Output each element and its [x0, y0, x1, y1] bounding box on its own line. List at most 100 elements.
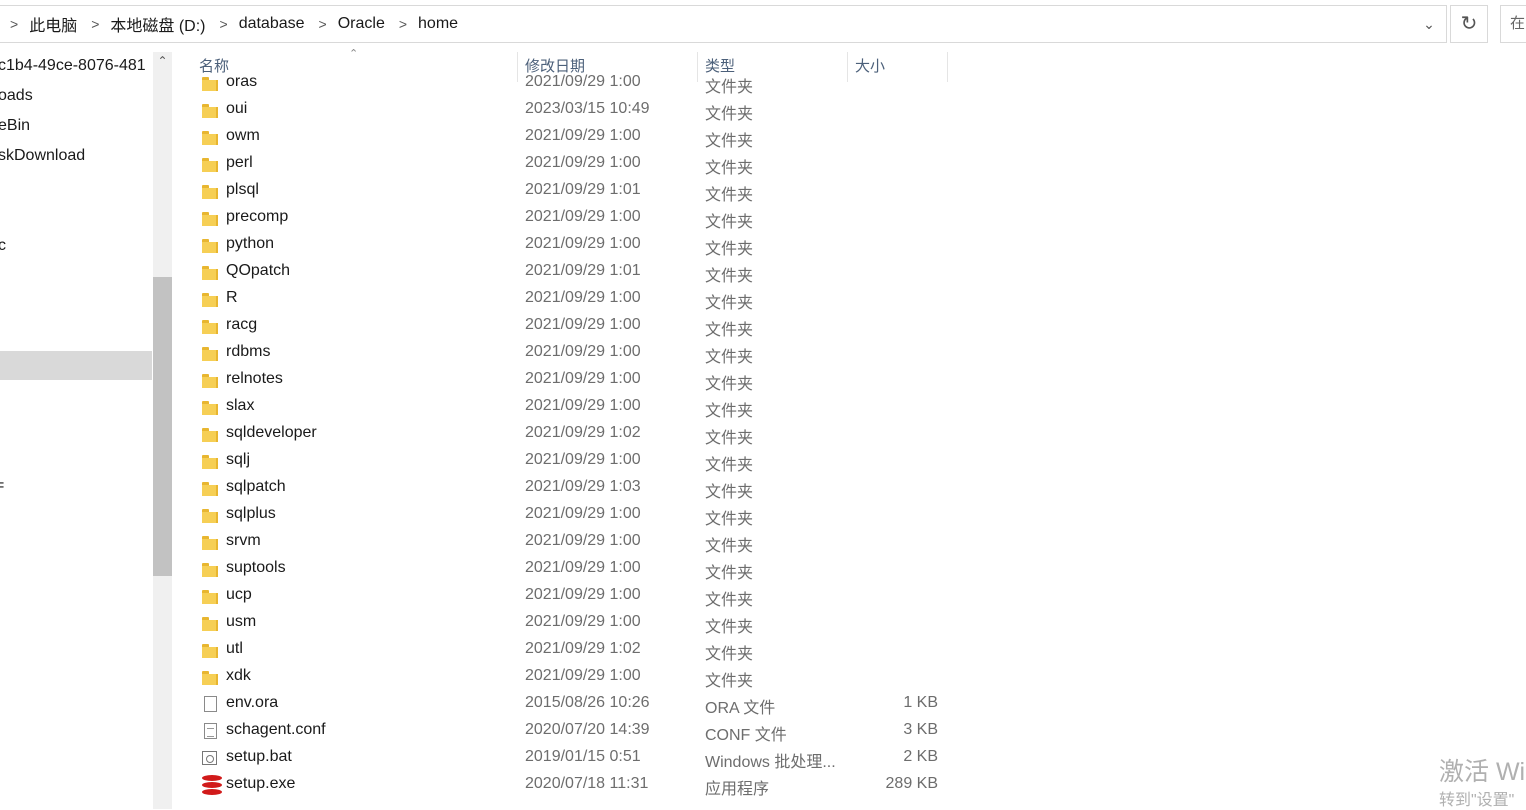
file-row[interactable]: xdk 2021/09/29 1:00 文件夹 [195, 664, 955, 691]
file-modified-date: 2021/09/29 1:00 [525, 532, 641, 549]
file-row[interactable]: racg 2021/09/29 1:00 文件夹 [195, 313, 955, 340]
file-row[interactable]: suptools 2021/09/29 1:00 文件夹 [195, 556, 955, 583]
file-name: usm [226, 613, 257, 630]
file-type: ORA 文件 [705, 700, 776, 717]
refresh-button[interactable]: ↻ [1450, 5, 1488, 43]
file-name: rdbms [226, 343, 271, 360]
file-row[interactable]: oui 2023/03/15 10:49 文件夹 [195, 97, 955, 124]
file-name: sqldeveloper [226, 424, 317, 441]
file-row[interactable]: relnotes 2021/09/29 1:00 文件夹 [195, 367, 955, 394]
breadcrumb: > 此电脑 > 本地磁盘 (D:) > database > Oracle > … [6, 6, 458, 42]
breadcrumb-this-pc[interactable]: 此电脑 [29, 12, 77, 36]
file-row[interactable]: utl 2021/09/29 1:02 文件夹 [195, 637, 955, 664]
file-modified-date: 2021/09/29 1:00 [525, 451, 641, 468]
file-modified-date: 2021/09/29 1:00 [525, 73, 641, 90]
folder-icon [202, 264, 219, 281]
file-row[interactable]: rdbms 2021/09/29 1:00 文件夹 [195, 340, 955, 367]
file-name: setup.bat [226, 748, 292, 765]
file-name: slax [226, 397, 255, 414]
file-modified-date: 2021/09/29 1:02 [525, 640, 641, 657]
folder-icon [202, 102, 219, 119]
nav-item[interactable]: oads [0, 87, 33, 105]
file-type: 文件夹 [705, 457, 754, 474]
file-modified-date: 2021/09/29 1:00 [525, 343, 641, 360]
file-row[interactable]: schagent.conf 2020/07/20 14:39 CONF 文件 3 KB [195, 718, 955, 745]
folder-icon [202, 615, 219, 632]
file-row[interactable]: sqldeveloper 2021/09/29 1:02 文件夹 [195, 421, 955, 448]
file-row[interactable]: setup.bat 2019/01/15 0:51 Windows 批处理... 2 … [195, 745, 955, 772]
file-row[interactable]: plsql 2021/09/29 1:01 文件夹 [195, 178, 955, 205]
file-row[interactable]: oras 2021/09/29 1:00 文件夹 [195, 72, 955, 97]
breadcrumb-local-disk[interactable]: 本地磁盘 (D:) [110, 12, 205, 36]
file-row[interactable]: setup.exe 2020/07/18 11:31 应用程序 289 KB [195, 772, 955, 799]
file-row[interactable]: precomp 2021/09/29 1:00 文件夹 [195, 205, 955, 232]
file-row[interactable]: R 2021/09/29 1:00 文件夹 [195, 286, 955, 313]
activation-watermark-hint: 转到"设置" [1439, 792, 1515, 809]
file-type: Windows 批处理... [705, 754, 836, 771]
file-row[interactable]: python 2021/09/29 1:00 文件夹 [195, 232, 955, 259]
file-modified-date: 2020/07/20 14:39 [525, 721, 650, 738]
nav-item[interactable]: skDownload [0, 147, 85, 165]
chevron-right-icon[interactable]: > [319, 16, 327, 32]
file-type: 文件夹 [705, 322, 754, 339]
folder-icon [202, 372, 219, 389]
file-name: perl [226, 154, 253, 171]
file-name: relnotes [226, 370, 283, 387]
chevron-right-icon[interactable]: > [220, 16, 228, 32]
chevron-down-icon[interactable]: ⌄ [1420, 15, 1438, 33]
file-row[interactable]: perl 2021/09/29 1:00 文件夹 [195, 151, 955, 178]
nav-item[interactable]: c1b4-49ce-8076-481 [0, 57, 146, 75]
file-type: 文件夹 [705, 538, 754, 555]
file-row[interactable]: slax 2021/09/29 1:00 文件夹 [195, 394, 955, 421]
file-type: 文件夹 [705, 511, 754, 528]
file-modified-date: 2021/09/29 1:00 [525, 289, 641, 306]
chevron-right-icon[interactable]: > [399, 16, 407, 32]
folder-icon [202, 210, 219, 227]
file-type: 文件夹 [705, 592, 754, 609]
file-row[interactable]: owm 2021/09/29 1:00 文件夹 [195, 124, 955, 151]
file-modified-date: 2021/09/29 1:01 [525, 181, 641, 198]
file-row[interactable]: sqlpatch 2021/09/29 1:03 文件夹 [195, 475, 955, 502]
scrollbar-thumb[interactable] [153, 277, 172, 576]
file-modified-date: 2020/07/18 11:31 [525, 775, 649, 792]
file-row[interactable]: usm 2021/09/29 1:00 文件夹 [195, 610, 955, 637]
folder-icon [202, 426, 219, 443]
file-modified-date: 2021/09/29 1:02 [525, 424, 641, 441]
file-type: 文件夹 [705, 349, 754, 366]
search-input[interactable]: 在 [1500, 5, 1526, 43]
file-row[interactable]: srvm 2021/09/29 1:00 文件夹 [195, 529, 955, 556]
file-row[interactable]: QOpatch 2021/09/29 1:01 文件夹 [195, 259, 955, 286]
file-row[interactable]: sqlj 2021/09/29 1:00 文件夹 [195, 448, 955, 475]
file-type: 文件夹 [705, 133, 754, 150]
address-bar[interactable]: > 此电脑 > 本地磁盘 (D:) > database > Oracle > … [0, 5, 1447, 43]
refresh-icon: ↻ [1460, 13, 1478, 35]
file-modified-date: 2021/09/29 1:00 [525, 127, 641, 144]
database-exe-icon [202, 775, 222, 795]
file-name: owm [226, 127, 260, 144]
file-modified-date: 2021/09/29 1:00 [525, 316, 641, 333]
breadcrumb-home[interactable]: home [418, 15, 458, 33]
file-name: ucp [226, 586, 252, 603]
nav-item[interactable]: = [0, 477, 4, 495]
breadcrumb-oracle[interactable]: Oracle [338, 15, 385, 33]
nav-selection-highlight[interactable] [0, 351, 152, 380]
file-row[interactable]: ucp 2021/09/29 1:00 文件夹 [195, 583, 955, 610]
chevron-right-icon[interactable]: > [10, 16, 18, 32]
chevron-right-icon[interactable]: > [91, 16, 99, 32]
file-modified-date: 2021/09/29 1:00 [525, 370, 641, 387]
file-row[interactable]: sqlplus 2021/09/29 1:00 文件夹 [195, 502, 955, 529]
file-row[interactable]: env.ora 2015/08/26 10:26 ORA 文件 1 KB [195, 691, 955, 718]
activation-watermark: 激活 Wi [1439, 758, 1526, 786]
text-file-icon [202, 723, 219, 740]
file-name: suptools [226, 559, 286, 576]
file-type: 文件夹 [705, 295, 754, 312]
scroll-up-icon[interactable]: ⌃ [153, 54, 172, 68]
folder-icon [202, 534, 219, 551]
breadcrumb-database[interactable]: database [239, 15, 305, 33]
file-size: 3 KB [903, 721, 938, 738]
nav-scrollbar[interactable]: ⌃ [153, 52, 172, 809]
nav-item[interactable]: eBin [0, 117, 30, 135]
nav-item[interactable]: c [0, 237, 6, 255]
folder-icon [202, 183, 219, 200]
file-type: 文件夹 [705, 430, 754, 447]
